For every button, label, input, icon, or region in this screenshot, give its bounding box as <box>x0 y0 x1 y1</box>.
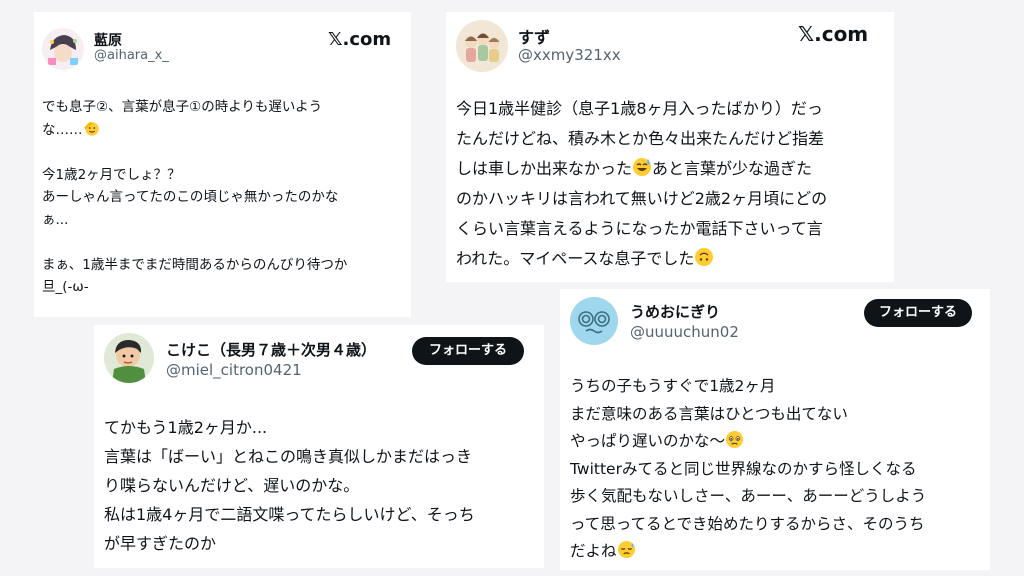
tweet-line: Twitterみてると同じ世界線なのかすら怪しくなる <box>570 459 917 478</box>
x-com-logo: 𝕏.com <box>798 22 869 46</box>
tweet-line <box>42 141 347 164</box>
tweet-card-kokeko: こけこ（長男７歳＋次男４歳） @miel_citron0421 フォローする て… <box>94 325 544 568</box>
tweet-line: ぁ... <box>42 211 69 228</box>
tweet-line: くらい言葉言えるようになったか電話下さいって言 <box>456 219 823 238</box>
x-com-logo: 𝕏.com <box>328 29 392 50</box>
user-handle[interactable]: @xxmy321xx <box>518 46 621 64</box>
display-name[interactable]: うめおにぎり <box>630 301 720 322</box>
user-handle[interactable]: @uuuuchun02 <box>630 323 739 341</box>
avatar[interactable] <box>104 333 154 383</box>
tweet-line: な…… <box>42 119 347 142</box>
tweet-line: しは車しか出来なかった あと言葉が少な過ぎた <box>456 154 827 184</box>
tweet-line: 私は1歳4ヶ月で二語文喋ってたらしいけど、そっち <box>104 505 475 524</box>
tweet-line: のかハッキリは言われて無いけど2歳2ヶ月頃にどの <box>456 189 828 208</box>
tweet-text: でも息子②、言葉が息子①の時よりも遅いよう な…… 今1歳2ヶ月でしょ？？ あー… <box>42 96 347 299</box>
tweet-line: が早すぎたのか <box>104 534 217 553</box>
avatar[interactable] <box>570 297 618 345</box>
tweet-text: 今日1歳半健診（息子1歳8ヶ月入ったばかり）だっ たんだけどね、積み木とか色々出… <box>456 94 827 274</box>
tweet-line: たんだけどね、積み木とか色々出来たんだけど指差 <box>456 129 825 148</box>
user-handle[interactable]: @miel_citron0421 <box>166 361 302 379</box>
tweet-line: 言葉は「ばーい」とねこの鳴き真似しかまだはっき <box>104 447 473 466</box>
tweet-text: てかもう1歳2ヶ月か... 言葉は「ばーい」とねこの鳴き真似しかまだはっき り喋… <box>104 413 475 558</box>
tweet-card-suzu: すず @xxmy321xx 𝕏.com 今日1歳半健診（息子1歳8ヶ月入ったばか… <box>446 12 894 282</box>
tweet-card-aihara: 藍原 @aihara_x_ 𝕏.com でも息子②、言葉が息子①の時よりも遅いよ… <box>34 12 411 317</box>
tweet-line: やっぱり遅いのかな〜 <box>570 428 926 456</box>
tweet-line: 旦_(-ω- <box>42 279 89 295</box>
tweet-line: まぁ、1歳半までまだ時間あるからのんびり待つか <box>42 256 348 273</box>
tweet-line: 今1歳2ヶ月でしょ？？ <box>42 166 181 183</box>
tweet-line: われた。マイペースな息子でした <box>456 244 827 274</box>
display-name[interactable]: すず <box>518 24 550 48</box>
follow-button[interactable]: フォローする <box>864 299 972 327</box>
tweet-line-text: だよね <box>570 542 617 560</box>
tweet-line: うちの子もうすぐで1歳2ヶ月 <box>570 377 776 395</box>
tweet-text: うちの子もうすぐで1歳2ヶ月 まだ意味のある言葉はひとつも出てない やっぱり遅い… <box>570 373 926 566</box>
tweet-line-tail: あと言葉が少な過ぎた <box>652 159 813 178</box>
saluting-face-emoji <box>83 119 101 137</box>
downcast-sweat-emoji <box>617 540 636 559</box>
tweet-line: 歩く気配もないしさー、あーー、あーーどうしよう <box>570 487 927 505</box>
tweet-line: でも息子②、言葉が息子①の時よりも遅いよう <box>42 99 323 115</box>
upside-down-face-emoji <box>694 247 714 267</box>
user-handle[interactable]: @aihara_x_ <box>94 48 169 63</box>
tweet-line: だよね <box>570 538 926 566</box>
tweet-line <box>42 231 347 254</box>
tweet-line: あーしゃん言ってたのこの頃じゃ無かったのかな <box>42 189 339 205</box>
tweet-line-text: な…… <box>42 121 83 138</box>
avatar[interactable] <box>456 20 508 72</box>
sweat-smile-emoji <box>632 157 652 177</box>
holding-back-tears-emoji <box>725 430 744 449</box>
tweet-line-text: しは車しか出来なかった <box>456 159 633 178</box>
display-name[interactable]: こけこ（長男７歳＋次男４歳） <box>166 339 376 360</box>
display-name[interactable]: 藍原 <box>94 30 122 50</box>
avatar[interactable] <box>42 28 84 70</box>
tweet-line-text: やっぱり遅いのかな〜 <box>570 432 726 450</box>
tweet-line: り喋らないんだけど、遅いのかな。 <box>104 476 360 495</box>
tweet-line: って思ってるとでき始めたりするからさ、そのうち <box>570 514 925 533</box>
tweet-card-umeonigiri: うめおにぎり @uuuuchun02 フォローする うちの子もうすぐで1歳2ヶ月… <box>560 289 990 570</box>
tweet-line: まだ意味のある言葉はひとつも出てない <box>570 404 848 423</box>
follow-button[interactable]: フォローする <box>412 337 524 365</box>
tweet-line-text: われた。マイペースな息子でした <box>456 249 695 268</box>
tweet-line: てかもう1歳2ヶ月か... <box>104 418 268 437</box>
tweet-line: 今日1歳半健診（息子1歳8ヶ月入ったばかり）だっ <box>456 99 823 118</box>
